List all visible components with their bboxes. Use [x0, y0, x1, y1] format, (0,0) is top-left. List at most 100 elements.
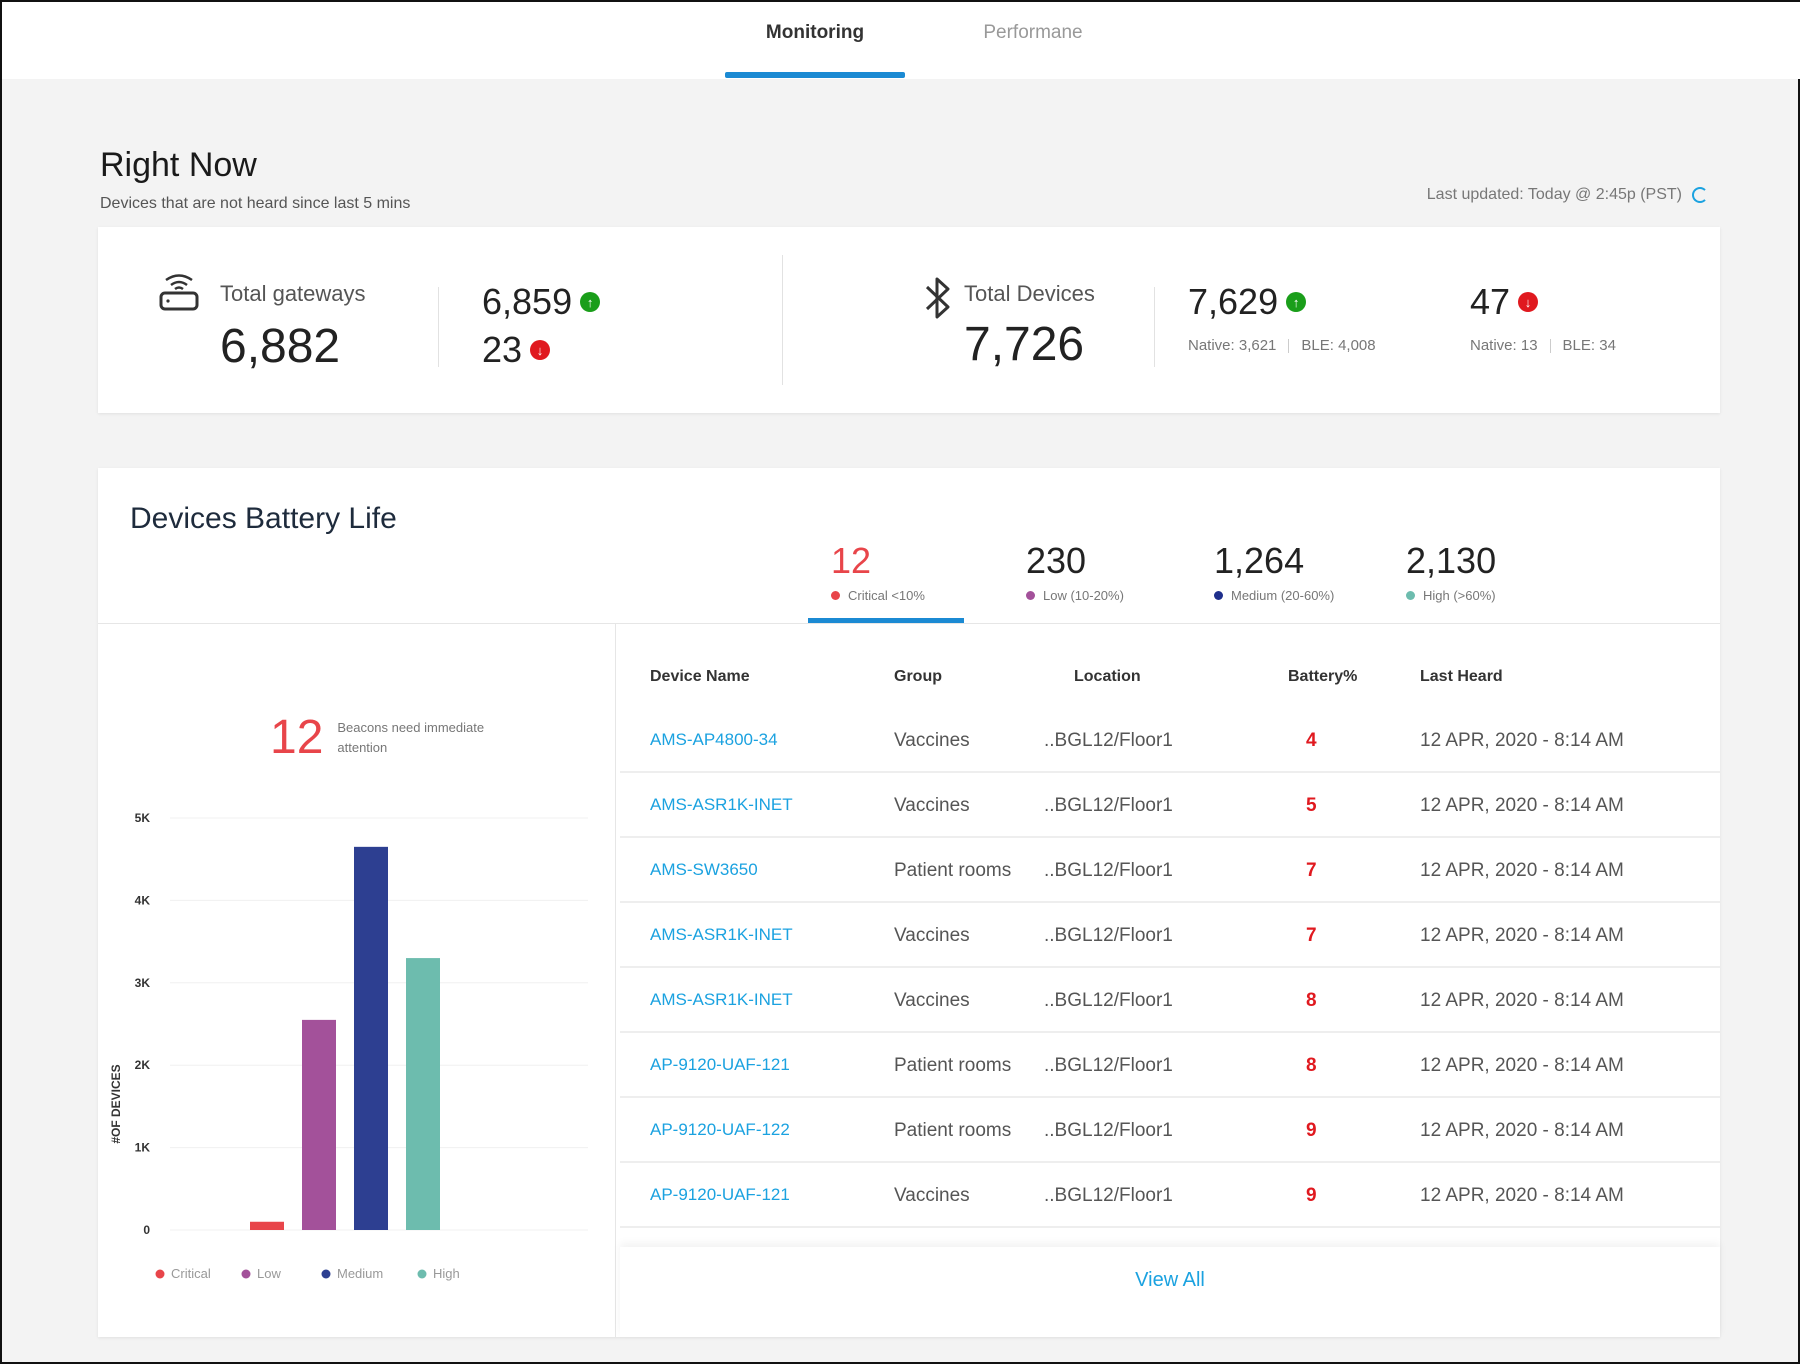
callout-number: 12 [270, 711, 324, 764]
low-label: Low (10-20%) [1043, 588, 1124, 603]
high-dot-icon [1406, 591, 1415, 600]
critical-label: Critical <10% [848, 588, 925, 603]
battery-percent-cell: 8 [1306, 990, 1317, 1011]
device-name-cell[interactable]: AP-9120-UAF-121 [650, 1055, 790, 1075]
right-now-card: Total gateways 6,882 6,859 ↑ 23 ↓ Total … [98, 227, 1720, 413]
tab-monitoring[interactable]: Monitoring [766, 22, 864, 44]
page-subtitle: Devices that are not heard since last 5 … [100, 195, 411, 212]
table-row[interactable]: AMS-ASR1K-INET Vaccines ..BGL12/Floor1 5 12 … [620, 773, 1720, 838]
last-heard-cell: 12 APR, 2020 - 8:14 AM [1420, 795, 1624, 816]
table-row[interactable]: AMS-AP4800-34 Vaccines ..BGL12/Floor1 4 12 A… [620, 708, 1720, 773]
total-gateways-value: 6,882 [220, 320, 341, 373]
total-devices-value: 7,726 [964, 318, 1085, 371]
group-cell: Vaccines [894, 795, 970, 816]
arrow-up-circle-icon: ↑ [1286, 292, 1307, 312]
table-row[interactable]: AMS-ASR1K-INET Vaccines ..BGL12/Floor1 7 12 … [620, 903, 1720, 968]
high-label: High (>60%) [1423, 588, 1496, 603]
device-name-cell[interactable]: AMS-SW3650 [650, 860, 758, 880]
battery-percent-cell: 7 [1306, 860, 1317, 881]
arrow-up-circle-icon: ↑ [580, 292, 601, 312]
device-name-cell[interactable]: AMS-ASR1K-INET [650, 925, 793, 945]
separator [1288, 338, 1290, 353]
device-name-cell[interactable]: AMS-ASR1K-INET [650, 990, 793, 1010]
col-battery[interactable]: Battery% [1288, 668, 1357, 686]
gateways-up-value: 6,859 [482, 281, 573, 322]
battery-percent-cell: 5 [1306, 795, 1317, 816]
devices-down-breakdown: Native: 13 BLE: 34 [1470, 337, 1616, 354]
y-tick-label: 4K [135, 893, 151, 907]
devices-up-breakdown: Native: 3,621 BLE: 4,008 [1188, 337, 1376, 354]
device-name-cell[interactable]: AP-9120-UAF-121 [650, 1185, 790, 1205]
medium-count: 1,264 [1214, 540, 1305, 581]
device-name-cell[interactable]: AMS-ASR1K-INET [650, 795, 793, 815]
group-cell: Patient rooms [894, 1120, 1012, 1141]
location-cell: ..BGL12/Floor1 [1044, 990, 1173, 1011]
critical-dot-icon [831, 591, 840, 600]
col-location[interactable]: Location [1074, 668, 1141, 686]
low-dot-icon [1026, 591, 1035, 600]
divider [438, 287, 439, 367]
group-cell: Patient rooms [894, 860, 1012, 881]
col-last-heard[interactable]: Last Heard [1420, 668, 1503, 686]
view-all-bar: View All [620, 1247, 1720, 1337]
devices-table: Device Name Group Location Battery% Last… [620, 624, 1720, 1337]
battery-tab-high[interactable]: 2,130 High (>60%) [1406, 540, 1496, 603]
battery-tab-medium[interactable]: 1,264 Medium (20-60%) [1214, 540, 1334, 603]
divider [1154, 287, 1155, 367]
last-heard-cell: 12 APR, 2020 - 8:14 AM [1420, 860, 1624, 881]
battery-percent-cell: 9 [1306, 1185, 1317, 1206]
y-tick-label: 0 [143, 1223, 150, 1237]
group-cell: Vaccines [894, 1185, 970, 1206]
devices-up-native: Native: 3,621 [1188, 337, 1277, 354]
arrow-down-circle-icon: ↓ [530, 340, 551, 360]
top-nav-bar: Monitoring Performane [2, 2, 1800, 79]
bluetooth-icon [925, 277, 950, 319]
critical-count: 12 [831, 540, 872, 581]
device-name-cell[interactable]: AP-9120-UAF-122 [650, 1120, 790, 1140]
battery-life-card: Devices Battery Life 12 Critical <10% 23… [98, 468, 1720, 1337]
table-row[interactable]: AMS-SW3650 Patient rooms ..BGL12/Floor1 7 12… [620, 838, 1720, 903]
callout-text: Beacons need immediate attention [337, 719, 485, 755]
legend-label: Critical [171, 1266, 211, 1281]
location-cell: ..BGL12/Floor1 [1044, 860, 1173, 881]
location-cell: ..BGL12/Floor1 [1044, 1185, 1173, 1206]
high-count: 2,130 [1406, 540, 1497, 581]
devices-down-value: 47 [1470, 281, 1511, 322]
last-updated: Last updated: Today @ 2:45p (PST) [1427, 186, 1708, 204]
low-count: 230 [1026, 540, 1087, 581]
medium-dot-icon [1214, 591, 1223, 600]
devices-up-value: 7,629 [1188, 281, 1279, 322]
battery-tab-critical[interactable]: 12 Critical <10% [831, 540, 925, 603]
battery-percent-cell: 8 [1306, 1055, 1317, 1076]
last-heard-cell: 12 APR, 2020 - 8:14 AM [1420, 925, 1624, 946]
legend-label: High [433, 1266, 460, 1281]
table-row[interactable]: AMS-ASR1K-INET Vaccines ..BGL12/Floor1 8 12 … [620, 968, 1720, 1033]
legend-dot-icon [241, 1269, 251, 1279]
col-device-name[interactable]: Device Name [650, 668, 750, 686]
page-title: Right Now [100, 146, 257, 184]
table-row[interactable]: AP-9120-UAF-122 Patient rooms ..BGL12/Floo… [620, 1098, 1720, 1163]
location-cell: ..BGL12/Floor1 [1044, 1120, 1173, 1141]
table-row[interactable]: AP-9120-UAF-121 Vaccines ..BGL12/Floor1 9 12… [620, 1163, 1720, 1228]
devices-up: 7,629 ↑ [1188, 281, 1307, 323]
col-group[interactable]: Group [894, 668, 942, 686]
battery-tab-low[interactable]: 230 Low (10-20%) [1026, 540, 1124, 603]
legend-dot-icon [321, 1269, 331, 1279]
bar-low [302, 1019, 336, 1230]
total-devices-label: Total Devices [964, 281, 1095, 306]
y-tick-label: 5K [135, 811, 151, 825]
bar-medium [354, 846, 388, 1230]
last-updated-text: Last updated: Today @ 2:45p (PST) [1426, 186, 1682, 203]
legend-dot-icon [417, 1269, 427, 1279]
last-heard-cell: 12 APR, 2020 - 8:14 AM [1420, 1185, 1624, 1206]
devices-down-ble: BLE: 34 [1562, 337, 1616, 354]
table-row[interactable]: AP-9120-UAF-121 Patient rooms ..BGL12/Floo… [620, 1033, 1720, 1098]
gateways-down: 23 ↓ [482, 329, 551, 371]
device-name-cell[interactable]: AMS-AP4800-34 [650, 730, 778, 750]
devices-down-native: Native: 13 [1470, 337, 1538, 354]
refresh-icon[interactable] [1692, 187, 1708, 203]
tab-performance[interactable]: Performane [983, 22, 1082, 44]
section-divider [782, 255, 783, 385]
view-all-link[interactable]: View All [1135, 1269, 1205, 1291]
bar-critical [250, 1221, 284, 1230]
